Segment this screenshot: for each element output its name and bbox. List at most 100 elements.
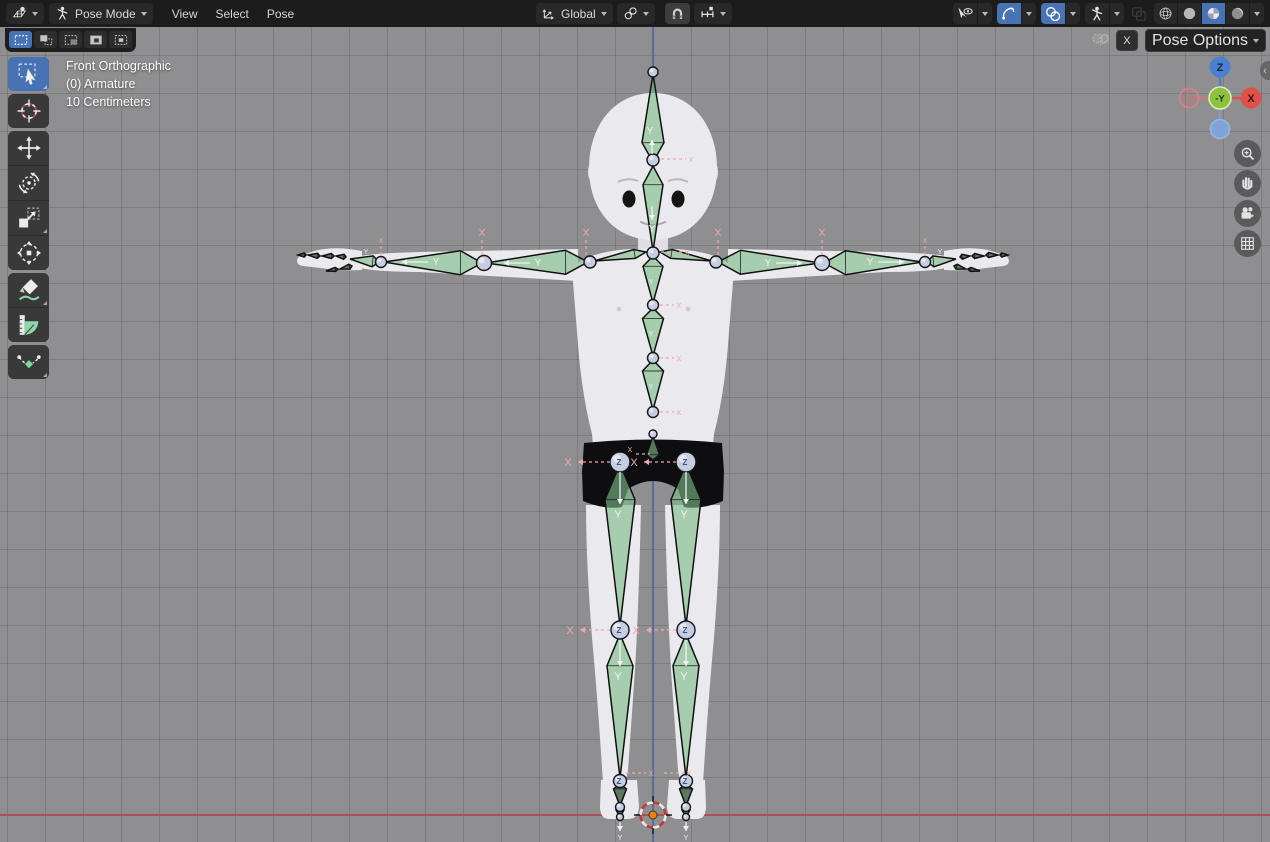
chevron-down-icon: [1253, 39, 1259, 43]
svg-text:X: X: [677, 303, 682, 310]
svg-text:-Y: -Y: [1215, 94, 1225, 105]
svg-text:X: X: [923, 238, 928, 245]
svg-text:X: X: [630, 457, 638, 469]
viewport-shading-group[interactable]: [1154, 3, 1264, 24]
menu-select[interactable]: Select: [207, 7, 258, 21]
viewport-header: Pose Mode ViewSelectPose Global: [0, 0, 1270, 27]
pivot-icon: [623, 6, 638, 21]
svg-text:Y: Y: [649, 224, 656, 235]
select-intersect-button[interactable]: [109, 31, 132, 48]
svg-text:X: X: [566, 625, 574, 637]
bone-joint: [648, 353, 659, 364]
zoom-button[interactable]: [1234, 140, 1261, 167]
editor-type-button[interactable]: [6, 3, 44, 24]
nav-zoom-icon: [1239, 145, 1256, 162]
tool-rotate-button[interactable]: [8, 166, 49, 200]
menu-view[interactable]: View: [163, 7, 207, 21]
tool-annotate-button[interactable]: [8, 273, 49, 307]
bone-joint: [584, 256, 596, 268]
svg-text:Z: Z: [683, 458, 688, 467]
pose-options-label: Pose Options: [1152, 32, 1248, 50]
navigation-gizmo[interactable]: ZX-Y: [1177, 55, 1267, 145]
bone-joint: [682, 803, 691, 812]
transform-icon: [17, 241, 41, 265]
annotate-icon: [17, 278, 41, 302]
svg-text:X: X: [649, 771, 654, 778]
bone: [642, 74, 664, 162]
bone-joint: [649, 430, 657, 438]
svg-text:X: X: [677, 410, 682, 417]
menu-pose[interactable]: Pose: [258, 7, 303, 21]
tool-cursor-button[interactable]: [8, 94, 49, 128]
tool-transform-button[interactable]: [8, 236, 49, 270]
tool-move-button[interactable]: [8, 131, 49, 165]
overlays-toggle-group[interactable]: [1041, 3, 1080, 24]
editor-3dview-icon: [12, 6, 27, 21]
scale-icon: [17, 206, 41, 230]
mirror-x-button[interactable]: X: [1116, 30, 1138, 51]
orientation-label: Global: [561, 7, 596, 21]
gizmos-toggle-group[interactable]: [997, 3, 1036, 24]
svg-text:Z: Z: [683, 626, 688, 635]
move-icon: [17, 136, 41, 160]
mode-selector[interactable]: Pose Mode: [49, 3, 153, 24]
bone-joint: [616, 803, 625, 812]
bone-joint: [477, 256, 492, 271]
camera-view-button[interactable]: [1234, 200, 1261, 227]
svg-text:Y: Y: [684, 835, 689, 842]
shading-rendered-button[interactable]: [1225, 3, 1249, 24]
chevron-down-icon: [643, 12, 649, 16]
svg-text:Y: Y: [364, 249, 369, 256]
select-extend-button[interactable]: [34, 31, 57, 48]
svg-text:X: X: [715, 228, 722, 239]
chevron-down-icon: [720, 12, 726, 16]
nav-hand-icon: [1239, 175, 1256, 192]
xray-pose-group[interactable]: [1085, 3, 1124, 24]
x-mirror-icon[interactable]: [1092, 32, 1109, 49]
transform-orientation-dropdown[interactable]: Global: [536, 3, 613, 24]
viewport-canvas[interactable]: ZZZZZZXXXXXXXXXXXXXXXXXXYYYYYYYYYYYYYYYY…: [0, 0, 1270, 842]
gizmo-negz-axis: [1211, 120, 1230, 139]
snap-settings-dropdown[interactable]: [694, 3, 732, 24]
select-subtract-button[interactable]: [59, 31, 82, 48]
svg-text:X: X: [379, 238, 384, 245]
object-visibility-dropdown[interactable]: [953, 3, 992, 24]
shading-solid-button[interactable]: [1177, 3, 1201, 24]
svg-text:X: X: [583, 228, 590, 239]
select-invert-button[interactable]: [84, 31, 107, 48]
tool-select-box-button[interactable]: [8, 57, 49, 91]
shading-material-preview-button[interactable]: [1201, 3, 1225, 24]
perspective-toggle-button[interactable]: [1234, 230, 1261, 257]
svg-text:Y: Y: [649, 279, 654, 286]
svg-text:Y: Y: [938, 249, 943, 256]
svg-text:X: X: [687, 771, 692, 778]
tool-breakdown-button[interactable]: [8, 345, 49, 379]
svg-text:X: X: [677, 356, 682, 363]
breakdown-icon: [17, 350, 41, 374]
svg-text:X: X: [689, 157, 694, 164]
tool-measure-button[interactable]: [8, 308, 49, 342]
rotate-icon: [17, 171, 41, 195]
svg-text:X: X: [632, 625, 640, 637]
chevron-down-icon: [1254, 12, 1260, 16]
orientation-icon: [542, 7, 556, 21]
bone-joint: [648, 67, 658, 77]
svg-text:Y: Y: [680, 671, 688, 683]
pose-options-dropdown[interactable]: Pose Options: [1145, 29, 1266, 52]
grid-scale: 10 Centimeters: [66, 93, 171, 111]
svg-text:X: X: [819, 228, 826, 239]
svg-text:Y: Y: [765, 258, 772, 269]
svg-text:Y: Y: [680, 509, 688, 521]
select-set-button[interactable]: [9, 31, 32, 48]
pivot-point-dropdown[interactable]: [617, 3, 655, 24]
chevron-down-icon: [141, 12, 147, 16]
tool-scale-button[interactable]: [8, 201, 49, 235]
cursor-3d: [634, 796, 672, 834]
pan-button[interactable]: [1234, 170, 1261, 197]
shading-dropdown[interactable]: [1249, 3, 1264, 24]
shading-wireframe-button[interactable]: [1154, 3, 1177, 24]
svg-text:Z: Z: [617, 777, 622, 786]
gizmo-negx-axis: [1180, 89, 1199, 108]
snap-toggle[interactable]: [665, 3, 690, 24]
pose-options-panel: X Pose Options: [1092, 29, 1266, 52]
